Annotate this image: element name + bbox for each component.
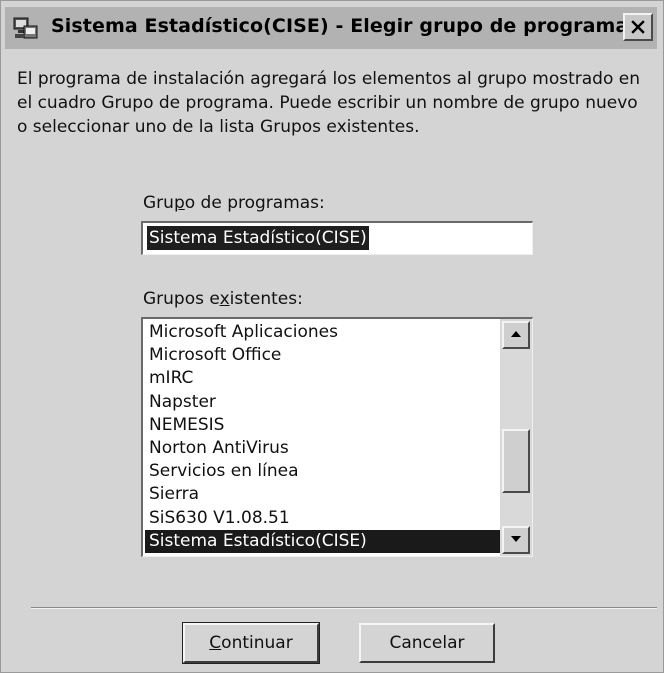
title-bar[interactable]: Sistema Estadístico(CISE) - Elegir grupo… — [5, 7, 657, 49]
scrollbar-thumb[interactable] — [502, 428, 530, 493]
cancel-button[interactable]: Cancelar — [359, 623, 495, 663]
list-item[interactable]: NEMESIS — [145, 414, 501, 437]
vertical-scrollbar[interactable] — [500, 319, 532, 556]
separator — [31, 607, 657, 609]
existing-groups-label: Grupos existentes: — [143, 289, 303, 309]
close-button[interactable] — [623, 13, 653, 41]
list-item[interactable]: Sistema Estadístico(CISE) — [145, 529, 501, 553]
list-item[interactable]: Napster — [145, 391, 501, 414]
installer-computer-icon — [13, 16, 39, 40]
program-group-input[interactable]: Sistema Estadístico(CISE) — [141, 221, 533, 255]
list-item[interactable]: SiS630 V1.08.51 — [145, 507, 501, 530]
program-group-value: Sistema Estadístico(CISE) — [147, 226, 369, 250]
arrow-up-icon — [511, 331, 521, 337]
list-item[interactable]: mIRC — [145, 367, 501, 390]
list-item[interactable]: Microsoft Office — [145, 344, 501, 367]
continue-button[interactable]: Continuar — [182, 622, 320, 664]
arrow-down-icon — [511, 536, 521, 542]
program-group-label: Grupo de programas: — [143, 193, 325, 213]
close-icon — [631, 20, 645, 34]
list-item[interactable]: Norton AntiVirus — [145, 437, 501, 460]
list-items: Microsoft Aplicaciones Microsoft Office mI… — [145, 321, 501, 553]
dialog-window: Sistema Estadístico(CISE) - Elegir grupo… — [0, 0, 664, 673]
list-item[interactable]: Servicios en línea — [145, 460, 501, 483]
window-title: Sistema Estadístico(CISE) - Elegir grupo… — [51, 15, 640, 37]
existing-groups-list[interactable]: Microsoft Aplicaciones Microsoft Office mI… — [141, 317, 533, 557]
scroll-up-button[interactable] — [502, 321, 530, 349]
scroll-down-button[interactable] — [502, 526, 530, 554]
list-item[interactable]: Microsoft Aplicaciones — [145, 321, 501, 344]
instructions-text: El programa de instalación agregará los … — [17, 69, 640, 137]
list-item[interactable]: Sierra — [145, 483, 501, 506]
